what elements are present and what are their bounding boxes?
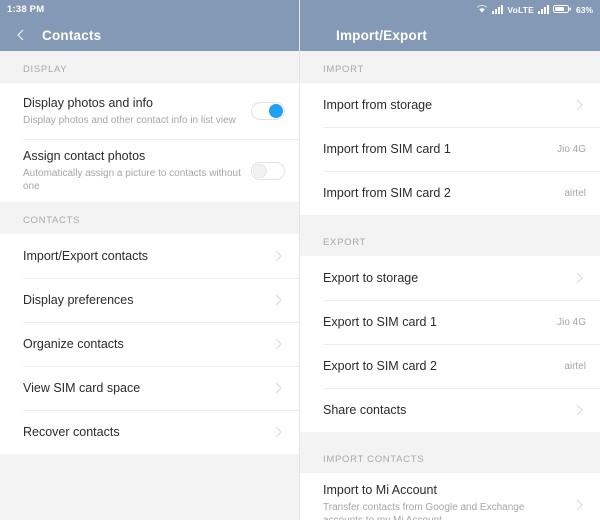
row-title: Organize contacts xyxy=(23,337,124,351)
row-text: Export to storage xyxy=(323,261,564,295)
battery-icon xyxy=(552,1,572,19)
row-import-to-mi-account[interactable]: Import to Mi Account Transfer contacts f… xyxy=(300,473,600,520)
row-text: Import from storage xyxy=(323,88,564,122)
app-bar-import-export: Import/Export xyxy=(300,19,600,51)
row-subtitle: Automatically assign a picture to contac… xyxy=(23,168,241,192)
row-title: Share contacts xyxy=(323,403,407,417)
chevron-right-icon xyxy=(271,293,285,307)
chevron-right-icon xyxy=(572,403,586,417)
row-share-contacts[interactable]: Share contacts xyxy=(300,388,600,432)
row-import-from-sim-card-2[interactable]: Import from SIM card 2 airtel xyxy=(300,171,600,215)
row-title: Display preferences xyxy=(23,293,134,307)
left-panel-content: DISPLAY Display photos and info Display … xyxy=(0,51,299,520)
row-text: Import from SIM card 2 xyxy=(323,176,554,210)
row-title: Import from SIM card 2 xyxy=(323,186,451,200)
section-divider-2 xyxy=(300,432,600,441)
volte-label: VoLTE xyxy=(507,4,534,15)
row-title: Import/Export contacts xyxy=(23,249,149,263)
row-title: Export to storage xyxy=(323,271,419,285)
app-bar-contacts: Contacts xyxy=(0,19,299,51)
chevron-right-icon xyxy=(271,337,285,351)
signal-icon-2 xyxy=(537,1,549,19)
row-text: Assign contact photos Automatically assi… xyxy=(23,139,241,202)
row-assign-contact-photos[interactable]: Assign contact photos Automatically assi… xyxy=(0,139,299,202)
row-text: Recover contacts xyxy=(23,415,263,449)
status-bar-time: 1:38 PM xyxy=(7,4,45,15)
row-title: Export to SIM card 2 xyxy=(323,359,437,373)
row-subtitle: Transfer contacts from Google and Exchan… xyxy=(323,502,525,520)
row-value-sim1: Jio 4G xyxy=(557,143,586,155)
import-section-card: Import from storage Import from SIM card… xyxy=(300,83,600,215)
status-bar-icons: VoLTE 63% xyxy=(476,1,593,19)
row-title: Export to SIM card 1 xyxy=(323,315,437,329)
row-text: Share contacts xyxy=(323,393,564,427)
row-text: Import to Mi Account Transfer contacts f… xyxy=(323,473,564,520)
row-display-photos-and-info[interactable]: Display photos and info Display photos a… xyxy=(0,83,299,139)
row-title: Import from storage xyxy=(323,98,433,112)
section-header-contacts: CONTACTS xyxy=(0,202,299,234)
row-import-from-storage[interactable]: Import from storage xyxy=(300,83,600,127)
import-contacts-section-card: Import to Mi Account Transfer contacts f… xyxy=(300,473,600,520)
row-title: Import to Mi Account xyxy=(323,483,437,497)
toggle-knob xyxy=(253,163,267,178)
display-section-card: Display photos and info Display photos a… xyxy=(0,83,299,202)
battery-percent-label: 63% xyxy=(575,4,593,15)
contacts-section-card: Import/Export contacts Display preferenc… xyxy=(0,234,299,454)
row-text: Import/Export contacts xyxy=(23,239,263,273)
row-value-export-sim1: Jio 4G xyxy=(557,316,586,328)
row-organize-contacts[interactable]: Organize contacts xyxy=(0,322,299,366)
chevron-right-icon xyxy=(572,271,586,285)
chevron-left-icon[interactable] xyxy=(12,26,30,44)
row-value-sim2: airtel xyxy=(564,187,586,199)
row-recover-contacts[interactable]: Recover contacts xyxy=(0,410,299,454)
row-text: Organize contacts xyxy=(23,327,263,361)
page-title: Contacts xyxy=(42,27,102,43)
row-title: View SIM card space xyxy=(23,381,141,395)
wifi-icon xyxy=(476,1,488,19)
dual-panel-screenshot: 1:38 PM Contacts DISPLAY Display photos … xyxy=(0,0,600,520)
chevron-right-icon xyxy=(572,498,586,512)
left-panel-contacts-settings: 1:38 PM Contacts DISPLAY Display photos … xyxy=(0,0,300,520)
toggle-display-photos-and-info[interactable] xyxy=(251,102,285,120)
chevron-right-icon xyxy=(271,249,285,263)
toggle-knob xyxy=(269,104,283,118)
toggle-assign-contact-photos[interactable] xyxy=(251,161,285,180)
export-section-card: Export to storage Export to SIM card 1 J… xyxy=(300,256,600,432)
row-import-from-sim-card-1[interactable]: Import from SIM card 1 Jio 4G xyxy=(300,127,600,171)
row-title: Recover contacts xyxy=(23,425,120,439)
row-display-preferences[interactable]: Display preferences xyxy=(0,278,299,322)
row-text: Export to SIM card 2 xyxy=(323,349,554,383)
row-text: Export to SIM card 1 xyxy=(323,305,547,339)
section-header-import-contacts: IMPORT CONTACTS xyxy=(300,441,600,473)
row-import-export-contacts[interactable]: Import/Export contacts xyxy=(0,234,299,278)
row-text: Import from SIM card 1 xyxy=(323,132,547,166)
status-bar-left: 1:38 PM xyxy=(0,0,299,19)
section-header-import: IMPORT xyxy=(300,51,600,83)
row-export-to-storage[interactable]: Export to storage xyxy=(300,256,600,300)
chevron-right-icon xyxy=(271,381,285,395)
section-header-export: EXPORT xyxy=(300,224,600,256)
row-subtitle: Display photos and other contact info in… xyxy=(23,115,236,126)
row-export-to-sim-card-2[interactable]: Export to SIM card 2 airtel xyxy=(300,344,600,388)
row-title: Display photos and info xyxy=(23,96,153,110)
row-text: Display preferences xyxy=(23,283,263,317)
signal-icon xyxy=(492,1,504,19)
section-header-display: DISPLAY xyxy=(0,51,299,83)
row-title: Assign contact photos xyxy=(23,149,146,163)
right-panel-content: IMPORT Import from storage Import from S… xyxy=(300,51,600,520)
row-value-export-sim2: airtel xyxy=(564,360,586,372)
chevron-right-icon xyxy=(271,425,285,439)
row-title: Import from SIM card 1 xyxy=(323,142,451,156)
row-view-sim-card-space[interactable]: View SIM card space xyxy=(0,366,299,410)
page-title-right: Import/Export xyxy=(336,27,428,43)
row-export-to-sim-card-1[interactable]: Export to SIM card 1 Jio 4G xyxy=(300,300,600,344)
chevron-right-icon xyxy=(572,98,586,112)
section-divider xyxy=(300,215,600,224)
row-text: View SIM card space xyxy=(23,371,263,405)
row-text: Display photos and info Display photos a… xyxy=(23,86,241,136)
right-panel-import-export: VoLTE 63% Import/Export IMPORT Import fr… xyxy=(300,0,600,520)
status-bar-right: VoLTE 63% xyxy=(300,0,600,19)
